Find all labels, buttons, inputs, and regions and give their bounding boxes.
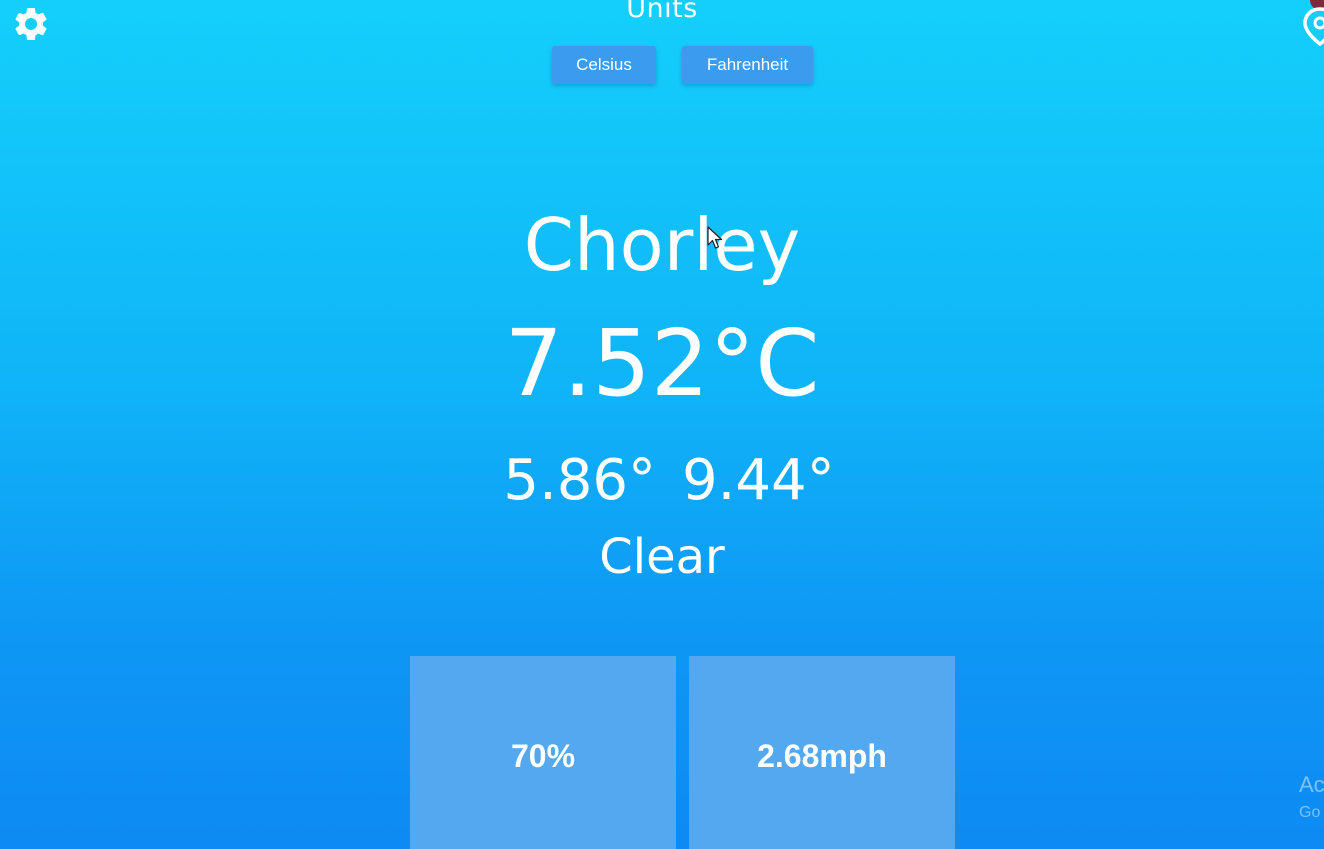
current-temperature: 7.52°C xyxy=(504,310,820,417)
humidity-value: 70% xyxy=(510,737,576,774)
fahrenheit-button[interactable]: Fahrenheit xyxy=(682,46,813,84)
cursor-arrow-icon xyxy=(707,226,723,249)
location-button[interactable] xyxy=(1302,6,1324,47)
humidity-tile: 70% xyxy=(410,656,676,849)
temperature-range: 5.86° 9.44° xyxy=(0,448,1324,514)
units-title: Units xyxy=(626,0,698,24)
wind-speed-tile: 2.68mph xyxy=(689,656,955,849)
city-name: Chorley xyxy=(523,203,801,287)
celsius-button[interactable]: Celsius xyxy=(552,46,656,84)
watermark-line-1: Ac xyxy=(1299,772,1324,797)
max-temperature: 9.44° xyxy=(682,448,835,513)
watermark-line-2: Go xyxy=(1299,804,1321,821)
min-temperature: 5.86° xyxy=(503,448,656,513)
weather-condition: Clear xyxy=(599,529,725,585)
location-pin-icon xyxy=(1303,7,1324,47)
activation-watermark: Ac Go xyxy=(1299,770,1324,826)
mouse-cursor xyxy=(707,226,723,254)
wind-speed-value: 2.68mph xyxy=(757,737,887,774)
